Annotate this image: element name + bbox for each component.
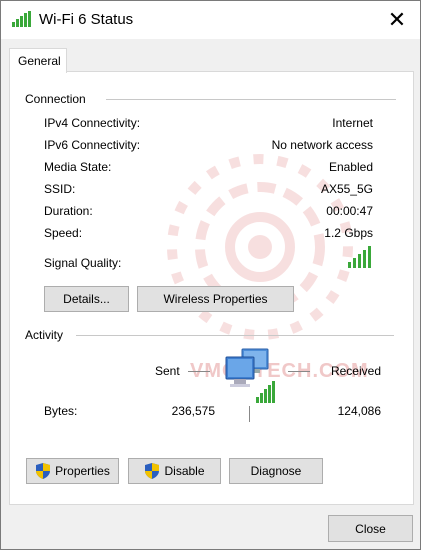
ipv6-value: No network access bbox=[271, 138, 373, 152]
duration-label: Duration: bbox=[44, 204, 93, 218]
ssid-label: SSID: bbox=[44, 182, 76, 196]
disable-button[interactable]: Disable bbox=[128, 458, 221, 484]
ipv6-label: IPv6 Connectivity: bbox=[44, 138, 141, 152]
properties-button[interactable]: Properties bbox=[26, 458, 119, 484]
tab-general[interactable]: General bbox=[9, 48, 67, 73]
wifi-signal-icon bbox=[12, 11, 31, 27]
signal-strength-icon bbox=[348, 246, 371, 268]
close-window-button[interactable]: ✕ bbox=[374, 1, 420, 39]
speed-label: Speed: bbox=[44, 226, 83, 240]
bytes-label: Bytes: bbox=[44, 404, 78, 418]
media-state-value: Enabled bbox=[328, 160, 373, 174]
network-computers-icon bbox=[225, 348, 275, 403]
details-button[interactable]: Details... bbox=[44, 286, 129, 312]
received-connector-line bbox=[288, 371, 310, 372]
signal-quality-label: Signal Quality: bbox=[44, 256, 122, 270]
uac-shield-icon bbox=[145, 463, 160, 479]
ssid-value: AX55_5G bbox=[320, 182, 373, 196]
title-bar: Wi-Fi 6 Status ✕ bbox=[1, 1, 420, 39]
bytes-divider bbox=[249, 406, 250, 422]
sent-connector-line bbox=[188, 371, 210, 372]
uac-shield-icon bbox=[36, 463, 51, 479]
media-state-label: Media State: bbox=[44, 160, 112, 174]
general-panel: VMODTECH.COM Connection IPv4 Connectivit… bbox=[9, 71, 414, 505]
connection-heading: Connection bbox=[25, 92, 86, 106]
received-label: Received bbox=[330, 364, 381, 378]
ipv4-value: Internet bbox=[332, 116, 373, 130]
wireless-properties-button[interactable]: Wireless Properties bbox=[137, 286, 294, 312]
tab-general-label: General bbox=[18, 54, 61, 68]
watermark-logo bbox=[167, 154, 353, 340]
properties-button-label: Properties bbox=[55, 464, 110, 478]
activity-divider bbox=[76, 335, 394, 336]
speed-value: 1.2 Gbps bbox=[324, 226, 373, 240]
diagnose-button[interactable]: Diagnose bbox=[229, 458, 323, 484]
disable-button-label: Disable bbox=[164, 464, 205, 478]
bytes-sent-value: 236,575 bbox=[171, 404, 215, 418]
connection-divider bbox=[106, 99, 396, 100]
ipv4-label: IPv4 Connectivity: bbox=[44, 116, 141, 130]
duration-value: 00:00:47 bbox=[326, 204, 373, 218]
bytes-received-value: 124,086 bbox=[337, 404, 381, 418]
window-title: Wi-Fi 6 Status bbox=[39, 11, 134, 28]
status-window: Wi-Fi 6 Status ✕ General VMODTECH.COM Co… bbox=[0, 0, 421, 550]
close-button[interactable]: Close bbox=[328, 515, 413, 542]
sent-label: Sent bbox=[155, 364, 180, 378]
activity-heading: Activity bbox=[25, 328, 64, 342]
